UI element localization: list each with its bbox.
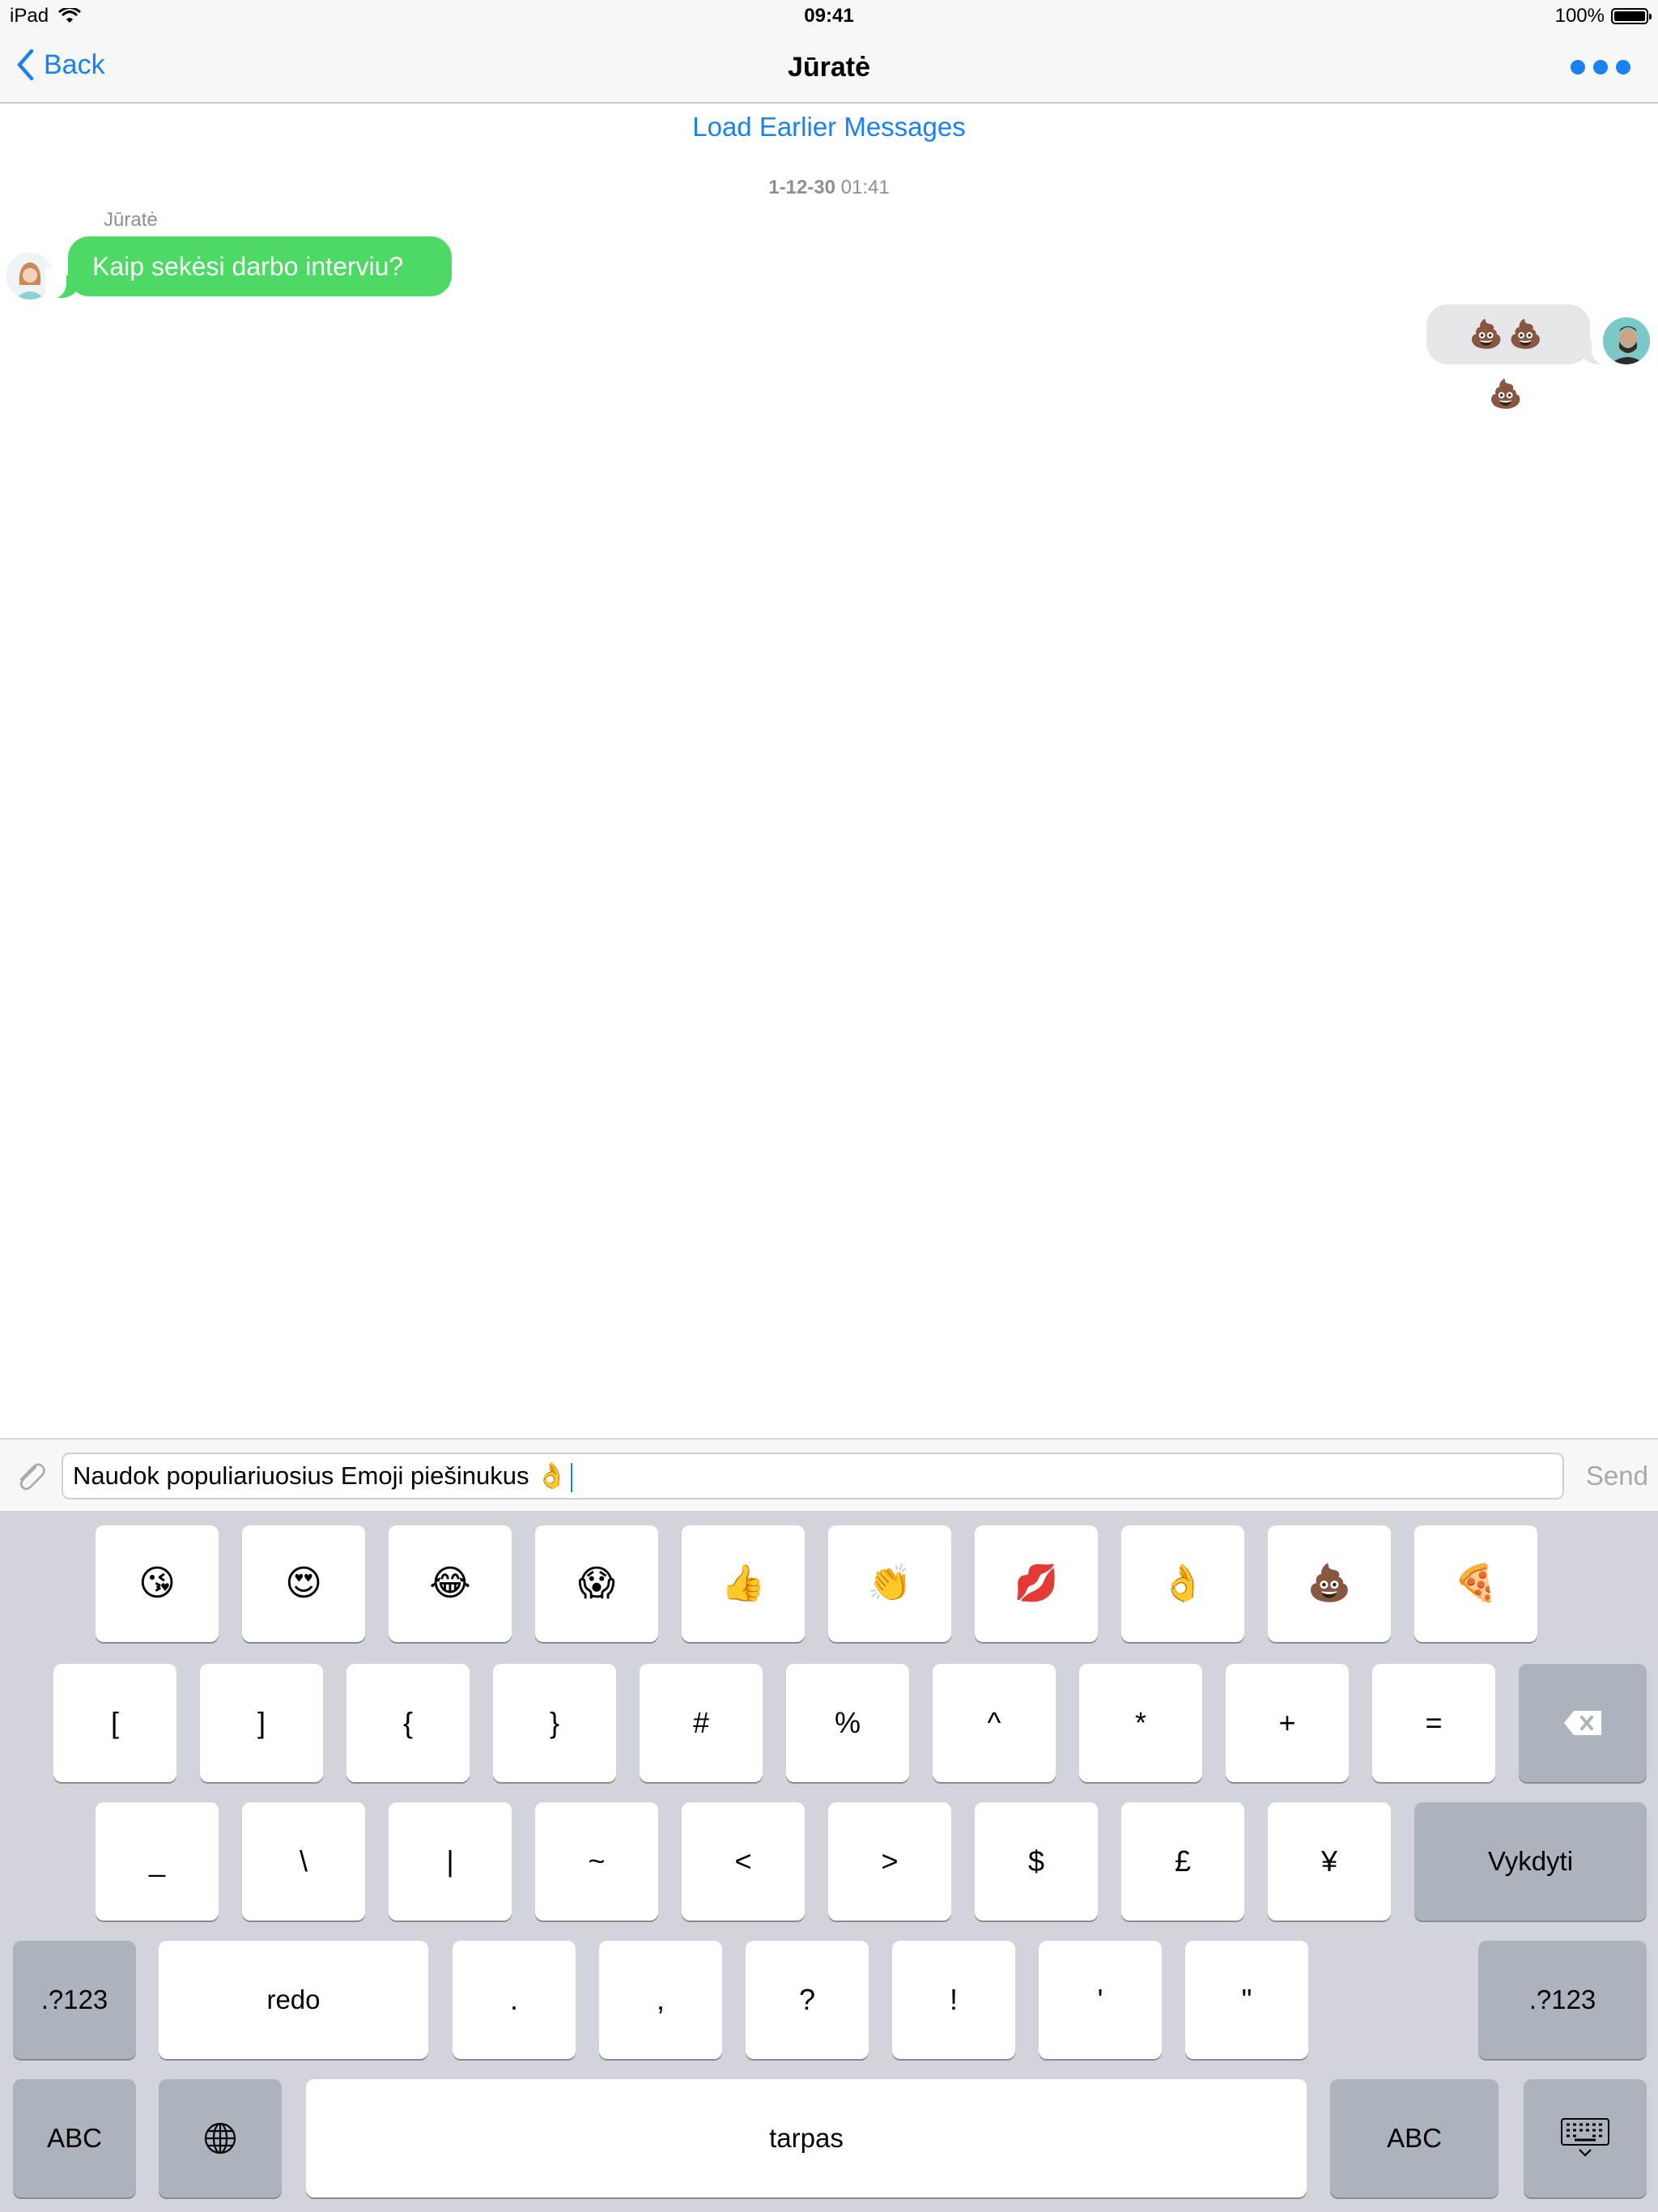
emoji-key[interactable]: 👌 <box>1121 1525 1244 1642</box>
key-plus[interactable]: + <box>1226 1664 1349 1782</box>
timestamp-time: 01:41 <box>840 177 890 198</box>
dismiss-keyboard-key[interactable] <box>1524 2079 1647 2197</box>
backspace-icon <box>1564 1711 1601 1735</box>
emoji-key[interactable]: 🍕 <box>1414 1525 1537 1642</box>
send-button[interactable]: Send <box>1586 1461 1648 1491</box>
emoji-key[interactable]: 💩 <box>1268 1525 1391 1642</box>
return-key[interactable]: Vykdyti <box>1414 1802 1647 1921</box>
emoji-key-label: 👌 <box>1160 1563 1205 1603</box>
key-pound[interactable]: £ <box>1121 1802 1244 1921</box>
more-dot-icon <box>1571 60 1585 74</box>
key-question-mark[interactable]: ? <box>746 1941 869 2059</box>
numbers-mode-label: .?123 <box>40 1984 108 2014</box>
numbers-mode-label: .?123 <box>1528 1984 1596 2014</box>
key-percent[interactable]: % <box>786 1664 909 1782</box>
key-open-bracket[interactable]: [ <box>53 1664 176 1782</box>
status-time: 09:41 <box>804 5 854 27</box>
key-period[interactable]: . <box>453 1941 576 2059</box>
key-close-brace[interactable]: } <box>493 1664 616 1782</box>
battery-fill <box>1614 11 1645 21</box>
emoji-key[interactable]: 😂 <box>389 1525 512 1642</box>
key-apostrophe[interactable]: ' <box>1039 1941 1162 2059</box>
keyboard-dismiss-icon <box>1561 2118 1609 2157</box>
message-input-text: Naudok populiariuosius Emoji piešinukus … <box>73 1461 568 1490</box>
abc-mode-key-right[interactable]: ABC <box>1330 2079 1499 2197</box>
key-comma[interactable]: , <box>599 1941 722 2059</box>
outgoing-message-bubble[interactable]: 💩💩💩 <box>1426 304 1590 410</box>
message-composer: Naudok populiariuosius Emoji piešinukus … <box>0 1438 1658 1511</box>
conversation-title: Jūratė <box>787 52 871 83</box>
key-hash[interactable]: # <box>640 1664 763 1782</box>
avatar-man-icon <box>1603 317 1650 364</box>
battery-percent: 100% <box>1554 5 1605 27</box>
emoji-key-label: 👏 <box>867 1563 912 1603</box>
more-dot-icon <box>1616 60 1630 74</box>
status-bar: iPad 09:41 100% <box>0 0 1658 32</box>
navigation-bar: Back Jūratė <box>0 32 1658 104</box>
incoming-message-bubble[interactable]: Kaip sekėsi darbo interviu? <box>68 236 452 296</box>
sender-name: Jūratė <box>104 209 158 231</box>
return-key-label: Vykdyti <box>1487 1846 1574 1876</box>
key-underscore[interactable]: _ <box>96 1802 219 1921</box>
emoji-key[interactable]: 😘 <box>96 1525 219 1642</box>
redo-key[interactable]: redo <box>159 1941 428 2059</box>
load-earlier-messages-link[interactable]: Load Earlier Messages <box>0 112 1658 143</box>
emoji-key-label: 😱 <box>578 1563 615 1603</box>
key-open-brace[interactable]: { <box>346 1664 470 1782</box>
message-timestamp: 1-12-30 01:41 <box>0 177 1658 199</box>
emoji-key[interactable]: 👍 <box>682 1525 805 1642</box>
emoji-key[interactable]: 💋 <box>975 1525 1098 1642</box>
key-quote[interactable]: " <box>1185 1941 1308 2059</box>
key-caret[interactable]: ^ <box>933 1664 1056 1782</box>
paperclip-icon[interactable] <box>11 1457 50 1496</box>
key-close-bracket[interactable]: ] <box>200 1664 323 1782</box>
emoji-key[interactable]: 👏 <box>828 1525 951 1642</box>
emoji-key-label: 😂 <box>429 1563 471 1603</box>
numbers-mode-key-left[interactable]: .?123 <box>13 1941 136 2059</box>
key-dollar[interactable]: $ <box>975 1802 1098 1921</box>
key-equals[interactable]: = <box>1372 1664 1495 1782</box>
battery-icon <box>1611 8 1652 24</box>
numbers-mode-key-right[interactable]: .?123 <box>1478 1941 1647 2059</box>
abc-mode-label: ABC <box>47 2123 102 2153</box>
backspace-key[interactable] <box>1519 1664 1647 1782</box>
emoji-key-label: 😘 <box>138 1563 176 1603</box>
message-input[interactable]: Naudok populiariuosius Emoji piešinukus … <box>62 1453 1564 1499</box>
key-tilde[interactable]: ~ <box>535 1802 658 1921</box>
text-caret <box>570 1462 572 1492</box>
status-right: 100% <box>1554 5 1652 28</box>
key-exclamation[interactable]: ! <box>892 1941 1015 2059</box>
emoji-key[interactable]: 😍 <box>242 1525 365 1642</box>
emoji-key-label: 🍕 <box>1453 1563 1499 1603</box>
more-options-button[interactable] <box>1571 60 1630 74</box>
globe-key[interactable] <box>159 2079 282 2197</box>
more-dot-icon <box>1593 60 1608 74</box>
emoji-key-label: 👍 <box>721 1563 766 1603</box>
user-avatar[interactable] <box>1603 317 1650 364</box>
key-yen[interactable]: ¥ <box>1268 1802 1391 1921</box>
emoji-key[interactable]: 😱 <box>535 1525 658 1642</box>
key-backslash[interactable]: \ <box>242 1802 365 1921</box>
emoji-key-label: 😍 <box>285 1563 322 1603</box>
timestamp-date: 1-12-30 <box>768 177 835 198</box>
abc-mode-key-left[interactable]: ABC <box>13 2079 136 2197</box>
emoji-key-label: 💋 <box>1014 1563 1059 1603</box>
space-key-label: tarpas <box>769 2123 844 2153</box>
globe-icon <box>204 2122 236 2155</box>
key-less-than[interactable]: < <box>682 1802 805 1921</box>
key-pipe[interactable]: | <box>389 1802 512 1921</box>
key-asterisk[interactable]: * <box>1079 1664 1202 1782</box>
keyboard: 😘 😍 😂 😱 👍 👏 💋 👌 💩 🍕 [ ] { } # % ^ * + = … <box>0 1511 1658 2212</box>
redo-key-label: redo <box>266 1984 321 2014</box>
abc-mode-label: ABC <box>1387 2123 1442 2153</box>
emoji-key-label: 💩 <box>1307 1563 1352 1603</box>
space-key[interactable]: tarpas <box>306 2079 1307 2197</box>
key-greater-than[interactable]: > <box>828 1802 951 1921</box>
